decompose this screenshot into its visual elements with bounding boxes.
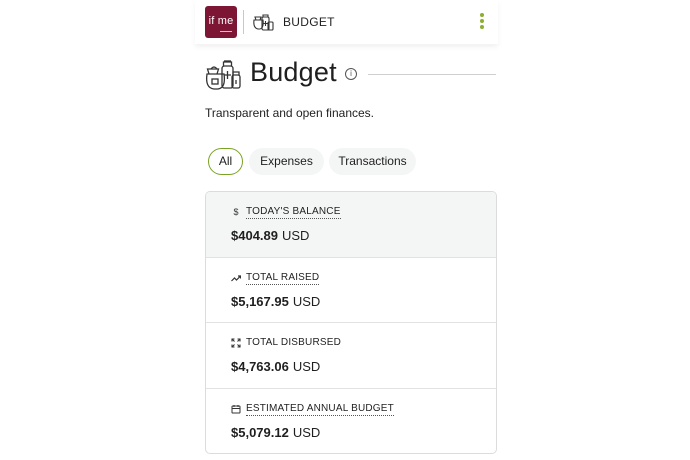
stat-amount: $404.89	[231, 228, 278, 243]
tab-all[interactable]: All	[208, 148, 243, 175]
title-divider	[368, 74, 496, 75]
stat-label[interactable]: TOTAL RAISED	[246, 272, 320, 285]
budget-jars-icon	[206, 60, 241, 90]
stat-label[interactable]: ESTIMATED ANNUAL BUDGET	[246, 403, 394, 416]
top-bar: if me BUDGET	[195, 0, 498, 44]
more-menu-button[interactable]	[475, 13, 489, 33]
stat-value: $404.89 USD	[231, 228, 309, 243]
stat-value: $4,763.06 USD	[231, 359, 320, 374]
logo-text: if me	[208, 15, 234, 27]
stat-total-raised: TOTAL RAISED $5,167.95 USD	[206, 258, 496, 323]
budget-summary-card: $ TODAY'S BALANCE $404.89 USD TOTAL RAISE…	[205, 191, 497, 454]
stat-label[interactable]: TODAY'S BALANCE	[246, 206, 341, 219]
stat-currency: USD	[292, 293, 321, 309]
stat-amount: $5,079.12	[231, 424, 289, 440]
section-title: BUDGET	[283, 15, 335, 29]
stat-amount: $5,167.95	[231, 293, 289, 309]
dollar-icon: $	[233, 207, 239, 217]
stat-currency: USD	[282, 228, 310, 243]
stat-label: TOTAL DISBURSED	[246, 337, 342, 348]
page-subtitle: Transparent and open finances.	[205, 106, 375, 120]
info-icon[interactable]: i	[345, 68, 357, 80]
budget-page: if me BUDGET Budget i Transparent and op…	[0, 0, 690, 460]
stat-estimated-annual-budget: ESTIMATED ANNUAL BUDGET $5,079.12 USD	[206, 389, 496, 454]
logo-underline	[220, 31, 232, 32]
page-title: Budget	[250, 57, 337, 87]
stat-amount: $4,763.06	[231, 359, 289, 374]
trend-up-icon	[231, 274, 241, 281]
tab-transactions[interactable]: Transactions	[329, 148, 416, 175]
kebab-dot-icon	[480, 25, 484, 29]
topbar-divider	[243, 10, 244, 34]
stat-value: $5,079.12 USD	[231, 425, 320, 440]
stat-currency: USD	[292, 424, 321, 440]
app-logo[interactable]: if me	[205, 6, 237, 38]
budget-icon	[253, 14, 274, 31]
stat-value: $5,167.95 USD	[231, 294, 320, 309]
kebab-dot-icon	[480, 13, 484, 17]
stat-todays-balance: $ TODAY'S BALANCE $404.89 USD	[206, 192, 496, 258]
expand-icon	[231, 338, 241, 348]
stat-currency: USD	[292, 359, 321, 374]
calendar-icon	[231, 404, 241, 413]
stat-total-disbursed: TOTAL DISBURSED $4,763.06 USD	[206, 323, 496, 389]
kebab-dot-icon	[480, 19, 484, 23]
tab-expenses[interactable]: Expenses	[249, 148, 324, 175]
